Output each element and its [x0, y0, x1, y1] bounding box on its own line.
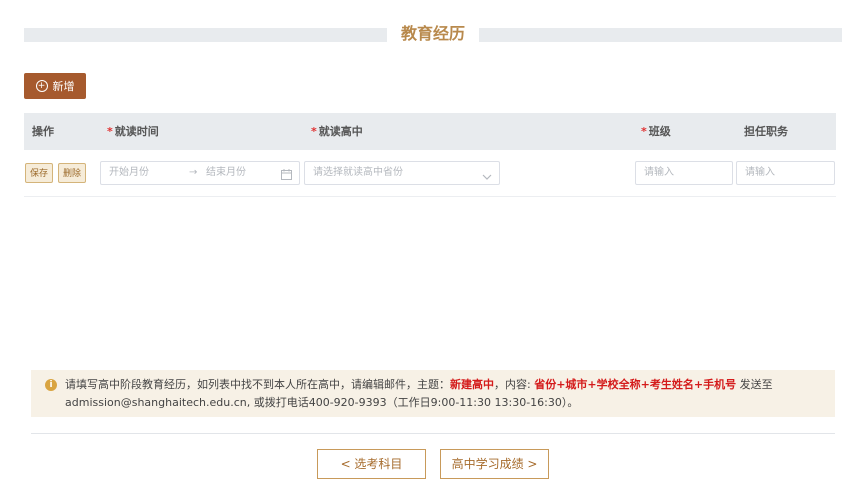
table-row: 保存 删除 开始月份 → 结束月份 请选择就读高中省份 请输入 请输入 — [24, 150, 836, 197]
add-button-label: 新增 — [52, 80, 75, 93]
notice-line-2: admission@shanghaitech.edu.cn, 或拨打电话400-… — [65, 396, 579, 409]
header-period-label: 就读时间 — [114, 125, 159, 138]
prev-step-button[interactable]: < 选考科目 — [317, 449, 426, 479]
table-header: 操作 * 就读时间 * 就读高中 * 班级 担任职务 — [24, 113, 836, 150]
header-period: * 就读时间 — [107, 113, 159, 150]
notice-text: ，内容: — [494, 378, 535, 391]
header-action: 操作 — [32, 125, 54, 138]
next-step-button[interactable]: 高中学习成绩 > — [440, 449, 549, 479]
range-separator: → — [189, 167, 198, 178]
notice-text: 请填写高中阶段教育经历，如列表中找不到本人所在高中，请编辑邮件，主题： — [65, 378, 450, 391]
divider — [31, 433, 835, 434]
notice-subject: 新建高中 — [450, 378, 494, 391]
required-mark: * — [107, 125, 113, 138]
save-button[interactable]: 保存 — [25, 163, 54, 183]
class-input[interactable]: 请输入 — [635, 161, 733, 185]
school-select-placeholder: 请选择就读高中省份 — [313, 167, 403, 178]
section-title: 教育经历 — [386, 22, 480, 46]
plus-circle-icon: + — [35, 80, 48, 92]
header-class-label: 班级 — [648, 125, 671, 138]
date-range-picker[interactable]: 开始月份 → 结束月份 — [100, 161, 300, 185]
notice-line-1: 请填写高中阶段教育经历，如列表中找不到本人所在高中，请编辑邮件，主题：新建高中，… — [65, 376, 825, 394]
calendar-icon — [281, 167, 292, 189]
info-icon: i — [45, 379, 57, 391]
position-input[interactable]: 请输入 — [736, 161, 835, 185]
required-mark: * — [641, 125, 647, 138]
required-mark: * — [311, 125, 317, 138]
header-school: * 就读高中 — [311, 113, 363, 150]
start-month-input[interactable]: 开始月份 — [109, 162, 149, 184]
notice-text: 发送至 — [736, 378, 773, 391]
header-class: * 班级 — [641, 113, 671, 150]
delete-button[interactable]: 删除 — [58, 163, 87, 183]
school-province-select[interactable]: 请选择就读高中省份 — [304, 161, 500, 185]
header-school-label: 就读高中 — [318, 125, 363, 138]
class-input-placeholder: 请输入 — [644, 167, 674, 178]
add-button[interactable]: + 新增 — [24, 73, 86, 99]
position-input-placeholder: 请输入 — [745, 167, 775, 178]
end-month-input[interactable]: 结束月份 — [206, 162, 246, 184]
notice-box: i 请填写高中阶段教育经历，如列表中找不到本人所在高中，请编辑邮件，主题：新建高… — [31, 370, 835, 417]
chevron-down-icon — [482, 168, 492, 190]
section-header: 教育经历 — [24, 22, 842, 46]
notice-content: 省份+城市+学校全称+考生姓名+手机号 — [534, 378, 737, 391]
header-position: 担任职务 — [744, 125, 788, 138]
